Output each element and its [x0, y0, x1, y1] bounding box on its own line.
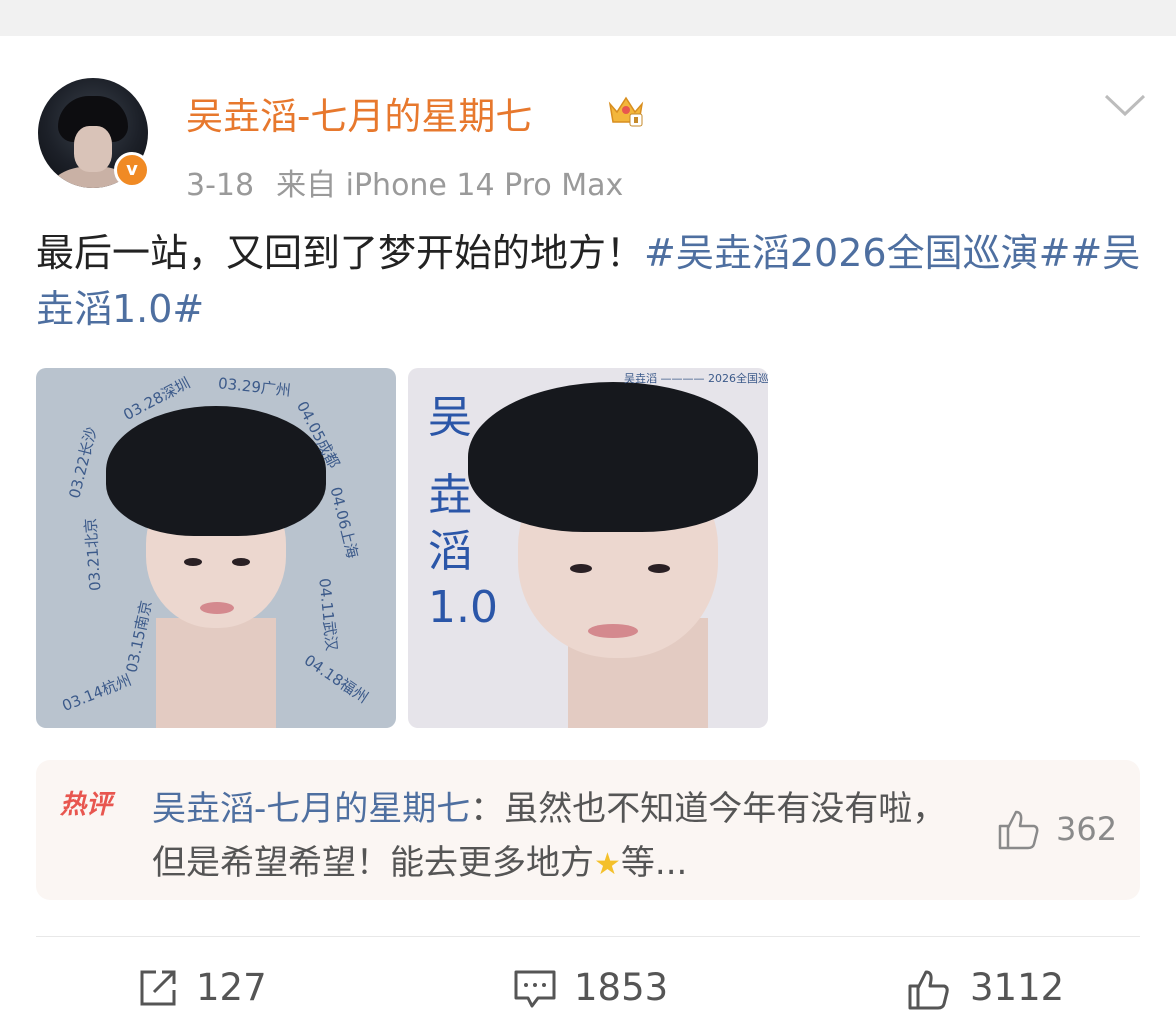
tour-date-label: 03.15南京 — [122, 599, 156, 675]
post-meta: 3-18 来自 iPhone 14 Pro Max — [186, 160, 645, 204]
post-text: 最后一站，又回到了梦开始的地方！#吴垚滔2026全国巡演##吴垚滔1.0# — [36, 225, 1146, 337]
poster-title: 吴 垚 滔 1.0 — [428, 390, 498, 636]
tour-date-label: 04.06上海 — [326, 485, 362, 561]
poster-title-char: 垚 — [428, 470, 472, 521]
top-separator-bar — [0, 0, 1176, 36]
hot-comment-author[interactable]: 吴垚滔-七月的星期七 — [152, 789, 470, 829]
thumb-up-icon — [908, 970, 949, 1010]
divider — [36, 936, 1140, 937]
hot-comment-text: 吴垚滔-七月的星期七：虽然也不知道今年有没有啦，但是希望希望！能去更多地方★等.… — [152, 782, 952, 892]
star-emoji-icon: ★ — [594, 847, 621, 882]
repost-button[interactable]: 127 — [136, 962, 296, 1012]
poster-title-char: 滔 — [428, 526, 472, 577]
post-image-1[interactable]: 03.28深圳 03.29广州 04.05成都 03.22长沙 04.06上海 … — [36, 368, 396, 728]
hot-comment-like-button[interactable]: 362 — [996, 806, 1136, 852]
post-source: 来自 iPhone 14 Pro Max — [276, 168, 624, 203]
chevron-down-icon[interactable] — [1104, 92, 1146, 118]
hot-comment-like-count: 362 — [1056, 810, 1118, 848]
hot-comment[interactable]: 热评 吴垚滔-七月的星期七：虽然也不知道今年有没有啦，但是希望希望！能去更多地方… — [36, 760, 1140, 900]
share-icon — [140, 970, 176, 1006]
repost-count: 127 — [196, 966, 267, 1009]
like-count: 3112 — [970, 966, 1065, 1009]
tour-date-label: 03.14杭州 — [59, 670, 134, 715]
tour-date-label: 04.18福州 — [300, 651, 372, 707]
like-button[interactable]: 3112 — [906, 962, 1106, 1012]
hot-comment-separator: ： — [470, 789, 505, 829]
comment-button[interactable]: 1853 — [512, 962, 712, 1012]
tour-date-label: 03.22长沙 — [65, 425, 101, 501]
thumb-up-icon — [998, 810, 1039, 850]
post-image-2[interactable]: 吴垚滔 ———— 2026全国巡演 吴 垚 滔 1.0 — [408, 368, 768, 728]
tour-date-label: 03.29广州 — [217, 374, 292, 400]
topic-link[interactable]: #吴垚滔2026全国巡演# — [644, 231, 1070, 275]
post-date: 3-18 — [186, 168, 255, 203]
comment-count: 1853 — [574, 966, 669, 1009]
tour-date-label: 03.21北京 — [81, 517, 105, 592]
poster-header: 吴垚滔 ———— 2026全国巡演 — [624, 372, 768, 385]
verified-badge: v — [114, 152, 150, 188]
hot-comment-badge: 热评 — [60, 790, 113, 820]
crown-icon[interactable] — [606, 90, 646, 130]
tour-date-label: 04.11武汉 — [315, 577, 341, 652]
hot-comment-ellipsis: 等... — [620, 843, 688, 883]
poster-title-char: 吴 — [428, 392, 472, 443]
username[interactable]: 吴垚滔-七月的星期七 — [186, 86, 532, 140]
poster-title-char: 1.0 — [428, 582, 498, 633]
post-body: 最后一站，又回到了梦开始的地方！ — [36, 231, 645, 275]
comment-icon — [514, 970, 556, 1008]
